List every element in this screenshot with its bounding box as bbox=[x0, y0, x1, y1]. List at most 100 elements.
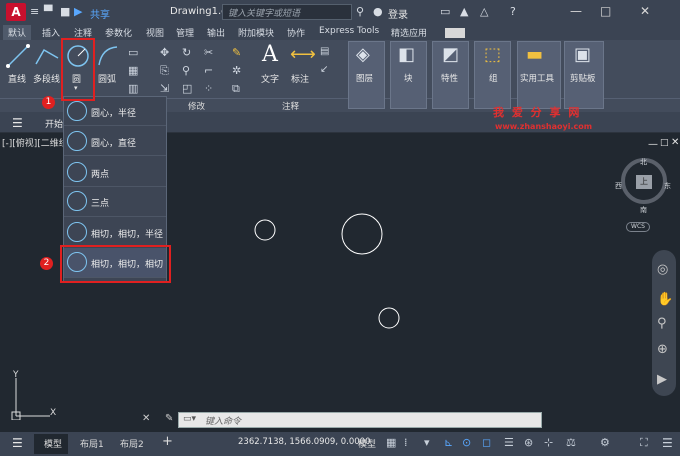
circle-button-highlight bbox=[61, 38, 95, 101]
ucs-y-label: Y bbox=[13, 370, 19, 380]
dimension-button[interactable]: 标注 bbox=[291, 72, 309, 85]
ucs-x-label: X bbox=[50, 408, 57, 418]
text-button[interactable]: 文字 bbox=[261, 72, 279, 85]
tab-home[interactable]: 默认 bbox=[8, 26, 26, 39]
close-button[interactable]: ✕ bbox=[640, 4, 650, 18]
tab-start[interactable]: 开始 bbox=[45, 117, 63, 130]
fullscreen-icon[interactable]: ⛶ bbox=[640, 436, 648, 450]
modify-panel-footer[interactable]: 修改 bbox=[188, 100, 205, 112]
open-folder-icon[interactable]: ▀ bbox=[44, 5, 52, 18]
tab-parametric[interactable]: 参数化 bbox=[105, 26, 132, 39]
grid-icon[interactable]: ▦ bbox=[386, 436, 396, 449]
tab-layout2[interactable]: 布局2 bbox=[120, 437, 144, 450]
tab-addins[interactable]: 附加模块 bbox=[238, 26, 274, 39]
object-snap-icon[interactable]: ◻ bbox=[482, 436, 491, 449]
mirror-icon[interactable]: ⚲ bbox=[182, 64, 190, 77]
compass-west[interactable]: 西 bbox=[615, 181, 622, 191]
menu-item-label: 相切，相切，半径 bbox=[91, 230, 164, 240]
tab-featured-apps[interactable]: 精选应用 bbox=[391, 26, 427, 39]
share-button[interactable]: 共享 bbox=[90, 6, 110, 21]
tab-overflow-icon[interactable] bbox=[445, 28, 465, 38]
hatch-icon[interactable]: ▦ bbox=[128, 64, 138, 77]
transparency-icon[interactable]: ⊛ bbox=[524, 436, 533, 449]
annotation-panel-footer[interactable]: 注释 bbox=[282, 100, 299, 112]
arc-icon bbox=[98, 46, 118, 66]
erase-icon[interactable]: ✎ bbox=[232, 46, 241, 59]
tan-tan-radius-icon bbox=[67, 222, 87, 242]
rectangle-icon[interactable]: ▭ bbox=[128, 46, 138, 59]
pan-icon[interactable]: ✋ bbox=[657, 292, 673, 307]
connect-icon[interactable]: △ bbox=[480, 5, 488, 18]
login-button[interactable]: 登录 bbox=[388, 6, 408, 21]
table-icon[interactable]: ▤ bbox=[320, 46, 329, 57]
dynamic-input-icon[interactable]: ▾ bbox=[424, 436, 430, 449]
leader-icon[interactable]: ↙ bbox=[320, 64, 328, 75]
copy-icon[interactable]: ⎘ bbox=[160, 64, 169, 78]
ortho-icon[interactable]: ⊾ bbox=[444, 436, 453, 449]
gradient-icon[interactable]: ▥ bbox=[128, 82, 138, 95]
polyline-icon bbox=[35, 48, 59, 65]
add-layout-button[interactable]: + bbox=[162, 434, 173, 449]
maximize-button[interactable]: □ bbox=[600, 4, 611, 18]
model-space-button[interactable]: 模型 bbox=[358, 437, 376, 450]
customize-status-icon[interactable]: ☰ bbox=[662, 436, 673, 450]
tab-layout1[interactable]: 布局1 bbox=[80, 437, 104, 450]
tab-model[interactable]: 模型 bbox=[44, 437, 62, 450]
orbit-icon[interactable]: ⊕ bbox=[657, 342, 668, 357]
selection-cycling-icon[interactable]: ⊹ bbox=[544, 436, 553, 449]
app-logo[interactable]: A bbox=[6, 3, 26, 21]
offset-icon[interactable]: ⧉ bbox=[232, 82, 240, 96]
viewcube-top-face[interactable]: 上 bbox=[636, 175, 652, 189]
cmd-close-icon[interactable]: ✕ bbox=[142, 413, 150, 424]
block-icon: ◧ bbox=[398, 44, 416, 65]
line-button[interactable]: 直线 bbox=[8, 72, 26, 85]
tab-manage[interactable]: 管理 bbox=[176, 26, 194, 39]
help-icon[interactable]: ? bbox=[510, 5, 516, 18]
compass-south[interactable]: 南 bbox=[640, 205, 647, 215]
tab-insert[interactable]: 插入 bbox=[42, 26, 60, 39]
explode-icon[interactable]: ✲ bbox=[232, 64, 241, 77]
text-icon: A bbox=[262, 42, 278, 67]
snap-icon[interactable]: ⁞ bbox=[404, 436, 408, 449]
menu-icon[interactable]: ≡ bbox=[30, 5, 39, 18]
showmotion-icon[interactable]: ▶ bbox=[657, 372, 667, 387]
polar-icon[interactable]: ⊙ bbox=[462, 436, 471, 449]
annotation-scale-icon[interactable]: ⚖ bbox=[566, 436, 576, 449]
arc-button[interactable]: 圆弧 bbox=[98, 72, 116, 85]
cmd-prompt-icon[interactable]: ▭▾ bbox=[183, 414, 196, 424]
exchange-icon[interactable]: ▲ bbox=[460, 5, 468, 18]
cart-icon[interactable]: ▭ bbox=[440, 5, 450, 18]
scale-icon[interactable]: ◰ bbox=[182, 82, 192, 95]
compass-north[interactable]: 北 bbox=[640, 157, 647, 167]
compass-east[interactable]: 东 bbox=[664, 181, 671, 191]
stretch-icon[interactable]: ⇲ bbox=[160, 82, 169, 95]
group-label: 组 bbox=[489, 74, 498, 84]
step-badge-1: 1 bbox=[42, 96, 55, 109]
minimize-button[interactable]: — bbox=[570, 4, 582, 18]
menu-item-label: 两点 bbox=[91, 170, 110, 180]
tab-collaborate[interactable]: 协作 bbox=[287, 26, 305, 39]
polyline-button[interactable]: 多段线 bbox=[33, 72, 60, 85]
tab-express-tools[interactable]: Express Tools bbox=[319, 26, 379, 36]
tab-view[interactable]: 视图 bbox=[146, 26, 164, 39]
lineweight-icon[interactable]: ☰ bbox=[504, 436, 514, 449]
workspace-icon[interactable]: ⚙ bbox=[600, 436, 610, 449]
cmd-customize-icon[interactable]: ✎ bbox=[165, 413, 173, 424]
move-icon[interactable]: ✥ bbox=[160, 46, 169, 59]
rotate-icon[interactable]: ↻ bbox=[182, 46, 191, 59]
wcs-menu[interactable]: WCS bbox=[626, 222, 650, 232]
trim-icon[interactable]: ✂ bbox=[204, 46, 213, 59]
file-menu-icon[interactable]: ☰ bbox=[12, 116, 23, 130]
fillet-icon[interactable]: ⌐ bbox=[204, 64, 213, 77]
tab-output[interactable]: 输出 bbox=[207, 26, 225, 39]
group-icon: ⬚ bbox=[484, 44, 502, 65]
user-icon[interactable]: ● bbox=[373, 5, 383, 18]
layout-menu-icon[interactable]: ☰ bbox=[12, 436, 23, 450]
array-icon[interactable]: ⁘ bbox=[204, 82, 213, 95]
search-icon[interactable]: ⚲ bbox=[356, 5, 364, 18]
save-icon[interactable]: ■ bbox=[60, 5, 70, 18]
steering-wheel-icon[interactable]: ◎ bbox=[657, 262, 668, 277]
menu-item-label: 圆心，直径 bbox=[91, 139, 137, 149]
zoom-icon[interactable]: ⚲ bbox=[657, 316, 667, 331]
share-icon[interactable]: ▶ bbox=[74, 5, 82, 18]
